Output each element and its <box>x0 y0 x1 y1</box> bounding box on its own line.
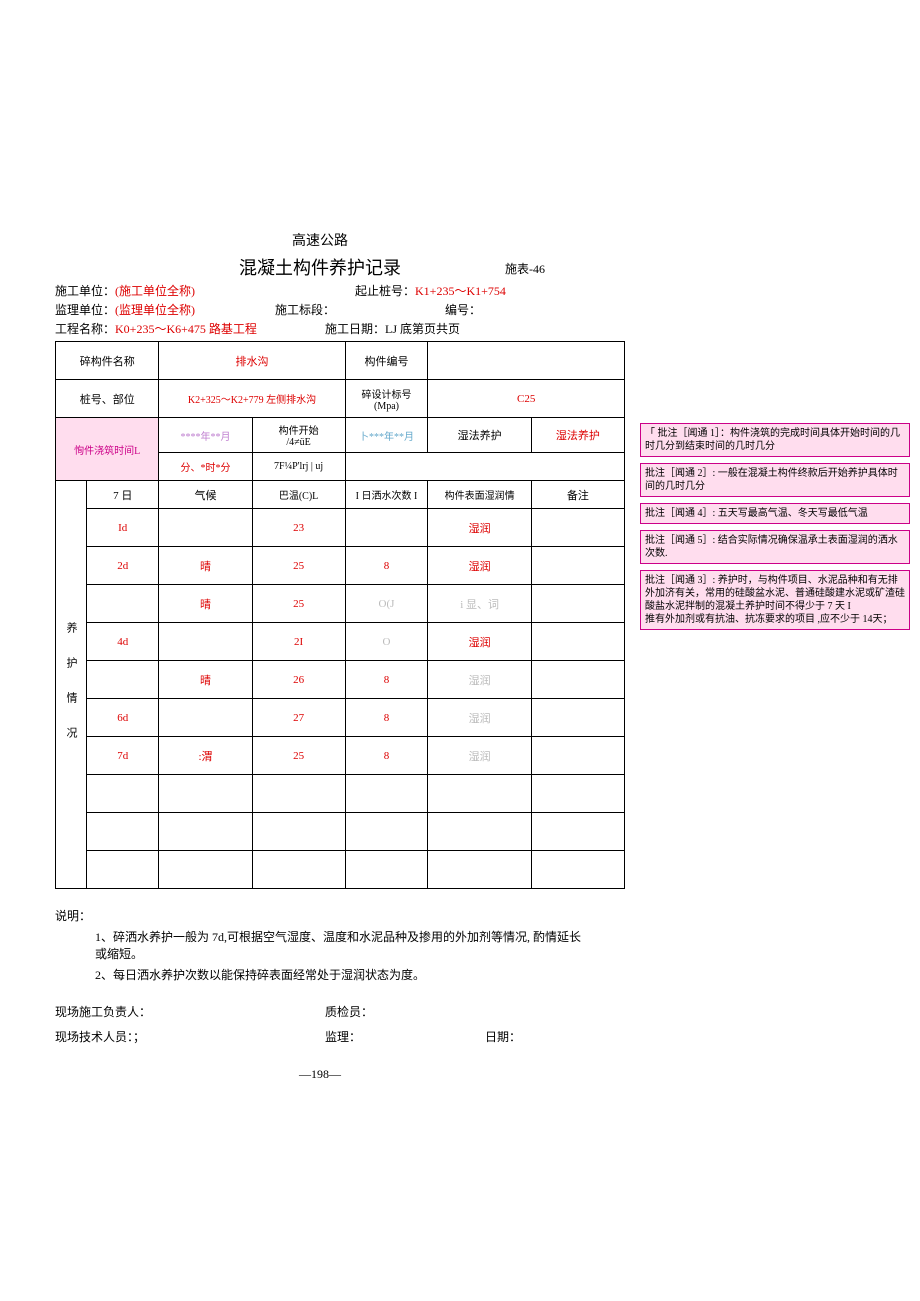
project-name-value: K0+235～K6+475 路基工程 <box>115 322 257 336</box>
table-row: 4d2IO湿润 <box>56 623 625 661</box>
supervision-unit-value: (监理单位全称) <box>115 303 195 317</box>
cast-start-label: 构件开始 /4≠üE <box>252 418 345 453</box>
curing-record-table: 碎构件名称 排水沟 构件编号 桩号、部位 K2+325～K2+779 左侧排水沟… <box>55 341 625 889</box>
cast-time-value1: ****年**月 <box>159 418 252 453</box>
title-text: 混凝土构件养护记录 <box>239 258 401 278</box>
surface-header: 构件表面湿润情 <box>428 481 531 509</box>
construction-date-label: 施工日期： <box>325 322 385 336</box>
table-row: 2d晴258湿润 <box>56 547 625 585</box>
supervision-unit-label: 监理单位： <box>55 303 115 317</box>
page-number: —198— <box>55 1067 585 1082</box>
sig-site-manager: 现场施工负责人： <box>55 1003 325 1020</box>
station-range-label: 起止桩号： <box>355 284 415 298</box>
day-header: 7 日 <box>87 481 159 509</box>
spray-header: I 日洒水次数 I <box>345 481 428 509</box>
construction-date-value: LJ 底第页共页 <box>385 322 460 336</box>
weather-header: 气候 <box>159 481 252 509</box>
form-number: 施表-46 <box>505 260 545 277</box>
project-name-label: 工程名称： <box>55 322 115 336</box>
sig-supervisor: 监理： <box>325 1028 485 1045</box>
table-row: 晴268湿润 <box>56 661 625 699</box>
garbled-cell: 7F¼P'lrj | uj <box>252 453 345 481</box>
note-1: 1、碎洒水养护一般为 7d,可根据空气湿度、温度和水泥品种及掺用的外加剂等情况,… <box>55 928 585 962</box>
position-value: K2+325～K2+779 左侧排水沟 <box>159 380 345 418</box>
component-code-label: 构件编号 <box>345 342 428 380</box>
sig-qc: 质检员： <box>325 1003 525 1020</box>
page-title-2: 混凝土构件养护记录 施表-46 <box>55 254 585 280</box>
sig-technician: 现场技术人员：； <box>55 1028 325 1045</box>
table-row: 6d278湿润 <box>56 699 625 737</box>
table-row <box>56 851 625 889</box>
temp-header: 巴温(C)L <box>252 481 345 509</box>
note-2: 2、每日洒水养护次数以能保持碎表面经常处于湿润状态为度。 <box>55 966 585 983</box>
page-title-1: 高速公路 <box>55 230 585 250</box>
wet-method-value: 湿法养护 <box>531 418 624 453</box>
construction-unit-label: 施工单位： <box>55 284 115 298</box>
component-name-value: 排水沟 <box>159 342 345 380</box>
table-row: 7d:渭258湿润 <box>56 737 625 775</box>
comment-item: 批注［闻通 2］: 一般在混凝土构件终款后开始养护具体时间的几时几分 <box>640 463 910 497</box>
number-label: 编号： <box>445 303 481 317</box>
table-row <box>56 813 625 851</box>
side-label: 养 护 情 况 <box>56 481 87 889</box>
sig-date: 日期： <box>485 1028 521 1045</box>
component-name-label: 碎构件名称 <box>56 342 159 380</box>
notes-heading: 说明： <box>55 907 585 924</box>
comment-item: 批注［闻通 4］: 五天写最高气温、冬天写最低气温 <box>640 503 910 524</box>
construction-unit-value: (施工单位全称) <box>115 284 195 298</box>
table-row: Id23湿润 <box>56 509 625 547</box>
section-label: 施工标段： <box>275 303 335 317</box>
remark-header: 备注 <box>531 481 624 509</box>
comment-panel: 「 批注［闻通 1］：构件浇筑的完成时间具体开始时间的几时几分到结束时间的几时几… <box>640 423 910 636</box>
component-code-value <box>428 342 625 380</box>
design-value: C25 <box>428 380 625 418</box>
position-label: 桩号、部位 <box>56 380 159 418</box>
fen-cell: 分、*时*分 <box>159 453 252 481</box>
design-label: 碎设计标号 (Mpa) <box>345 380 428 418</box>
station-range-value: K1+235～K1+754 <box>415 284 506 298</box>
table-row: 晴25O(Ji 显、词 <box>56 585 625 623</box>
comment-item: 批注［闻通 5］: 结合实际情况确保温承土表面湿润的洒水次数. <box>640 530 910 564</box>
cast-time-label: 恂件浇筑时间L <box>56 418 159 481</box>
table-row <box>56 775 625 813</box>
comment-item: 「 批注［闻通 1］：构件浇筑的完成时间具体开始时间的几时几分到结束时间的几时几… <box>640 423 910 457</box>
comment-item: 批注［闻通 3］: 养护时，与构件项目、水泥品种和有无排外加济有关，常用的硅酸盆… <box>640 570 910 630</box>
wet-method-label: 湿法养护 <box>428 418 531 453</box>
cast-time-value2: 卜***年**月 <box>345 418 428 453</box>
empty-cell <box>345 453 624 481</box>
